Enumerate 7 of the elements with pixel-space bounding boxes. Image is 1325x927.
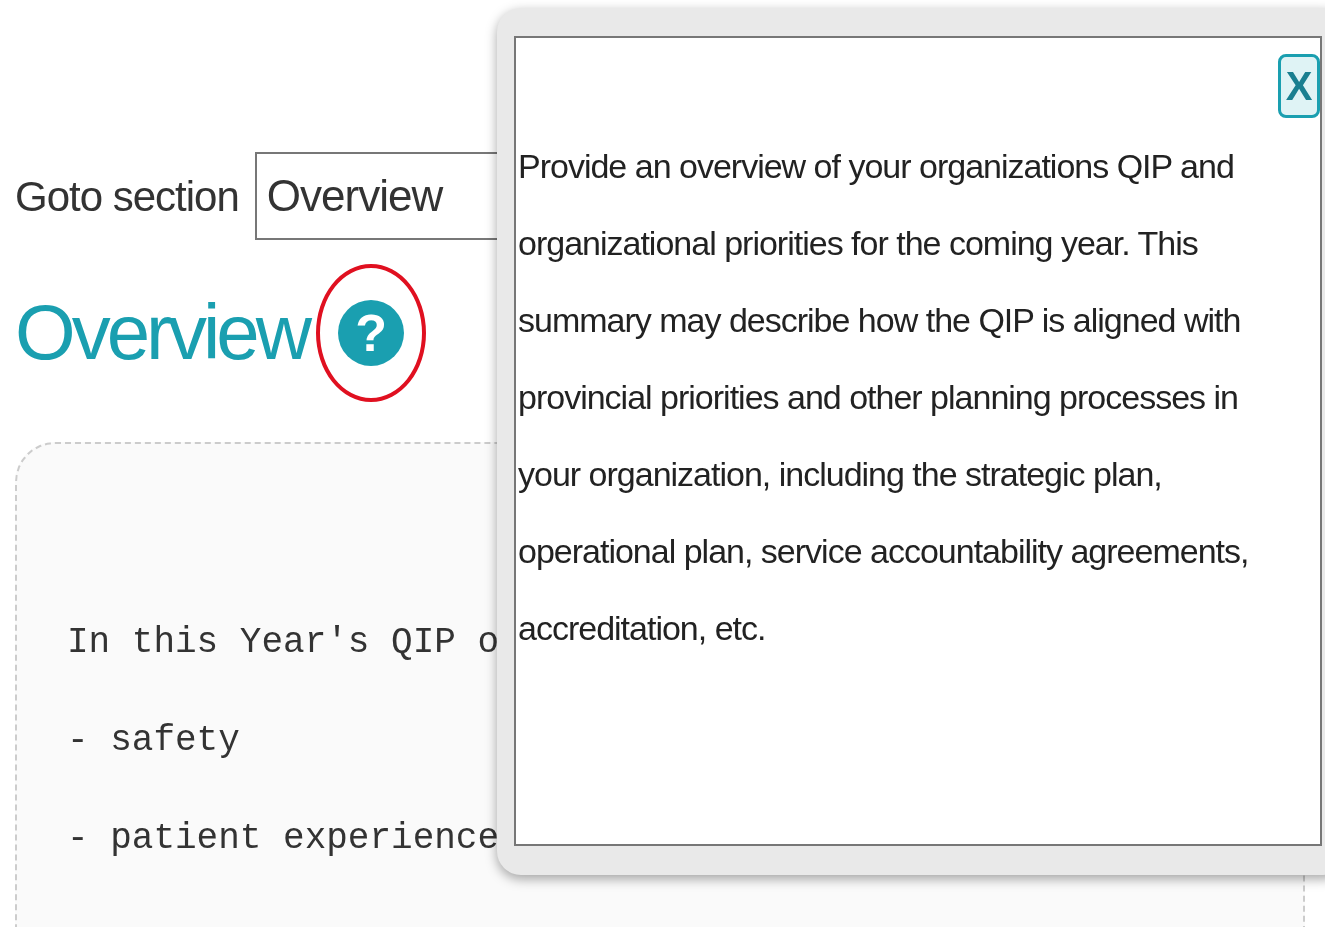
close-button[interactable]: X [1278,54,1320,118]
content-line: In this Year's QIP o [67,621,500,665]
goto-label: Goto section [15,171,239,222]
section-heading: Overview [15,287,309,379]
content-line: - safety [67,719,240,763]
help-icon[interactable]: ? [338,300,405,366]
content-line: - patient experience [67,817,500,861]
